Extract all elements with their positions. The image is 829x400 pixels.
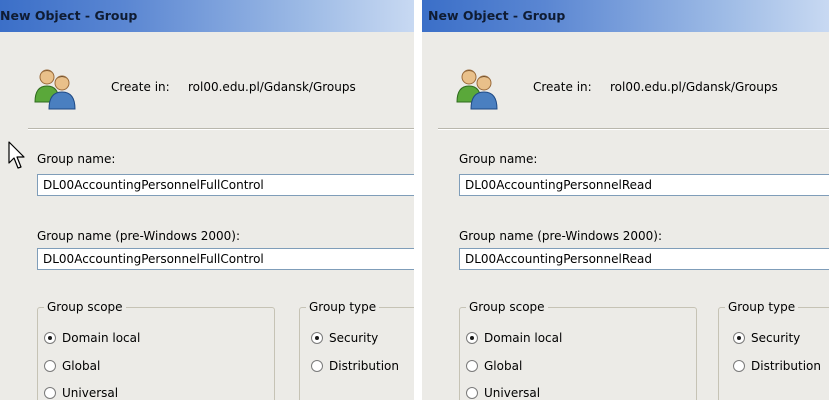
radio-unselected-icon <box>311 360 323 372</box>
type-security-radio[interactable]: Security <box>311 331 378 345</box>
radio-label: Global <box>484 359 523 373</box>
pre-windows-2000-input[interactable]: DL00AccountingPersonnelFullControl <box>37 248 414 270</box>
radio-label: Security <box>751 331 801 345</box>
radio-selected-icon <box>44 332 56 344</box>
create-in-label: Create in: <box>533 80 592 94</box>
group-type-box: Group type <box>299 300 414 400</box>
create-in-path: rol00.edu.pl/Gdansk/Groups <box>188 80 356 94</box>
radio-label: Universal <box>62 386 119 400</box>
separator <box>28 128 414 130</box>
radio-selected-icon <box>733 332 745 344</box>
scope-global-radio[interactable]: Global <box>44 359 100 373</box>
scope-universal-radio[interactable]: Universal <box>466 386 540 400</box>
group-name-input[interactable]: DL00AccountingPersonnelFullControl <box>37 174 414 196</box>
radio-unselected-icon <box>466 360 478 372</box>
new-group-dialog-left: New Object - Group Create in: rol00.edu.… <box>0 0 414 400</box>
radio-label: Distribution <box>751 359 822 373</box>
group-name-label: Group name: <box>37 152 116 166</box>
radio-selected-icon <box>466 332 478 344</box>
radio-unselected-icon <box>44 360 56 372</box>
title-bar[interactable]: New Object - Group <box>422 0 829 32</box>
group-icon <box>34 69 76 110</box>
group-icon <box>456 69 498 110</box>
scope-domain-local-radio[interactable]: Domain local <box>466 331 562 345</box>
type-distribution-radio[interactable]: Distribution <box>733 359 821 373</box>
group-type-title: Group type <box>725 300 799 314</box>
radio-unselected-icon <box>44 387 56 399</box>
group-type-box: Group type <box>718 300 829 400</box>
create-in-path: rol00.edu.pl/Gdansk/Groups <box>610 80 778 94</box>
separator <box>438 128 829 130</box>
new-group-dialog-right: New Object - Group Create in: rol00.edu.… <box>422 0 829 400</box>
scope-domain-local-radio[interactable]: Domain local <box>44 331 140 345</box>
radio-unselected-icon <box>733 360 745 372</box>
title-bar[interactable]: New Object - Group <box>0 0 414 32</box>
scope-universal-radio[interactable]: Universal <box>44 386 118 400</box>
pre-windows-2000-label: Group name (pre-Windows 2000): <box>37 229 241 243</box>
type-security-radio[interactable]: Security <box>733 331 800 345</box>
group-scope-title: Group scope <box>44 300 126 314</box>
radio-label: Security <box>329 331 379 345</box>
group-type-title: Group type <box>306 300 380 314</box>
pre-windows-2000-input[interactable]: DL00AccountingPersonnelRead <box>459 248 829 270</box>
radio-label: Domain local <box>62 331 141 345</box>
group-name-label: Group name: <box>459 152 538 166</box>
radio-label: Global <box>62 359 101 373</box>
group-name-input[interactable]: DL00AccountingPersonnelRead <box>459 174 829 196</box>
scope-global-radio[interactable]: Global <box>466 359 522 373</box>
radio-unselected-icon <box>466 387 478 399</box>
dialog-title: New Object - Group <box>0 8 138 23</box>
mouse-pointer-icon <box>8 141 25 169</box>
radio-label: Domain local <box>484 331 563 345</box>
create-in-label: Create in: <box>111 80 170 94</box>
pre-windows-2000-label: Group name (pre-Windows 2000): <box>459 229 663 243</box>
type-distribution-radio[interactable]: Distribution <box>311 359 399 373</box>
dialog-title: New Object - Group <box>428 8 566 23</box>
radio-label: Universal <box>484 386 541 400</box>
group-scope-title: Group scope <box>466 300 548 314</box>
radio-selected-icon <box>311 332 323 344</box>
radio-label: Distribution <box>329 359 400 373</box>
